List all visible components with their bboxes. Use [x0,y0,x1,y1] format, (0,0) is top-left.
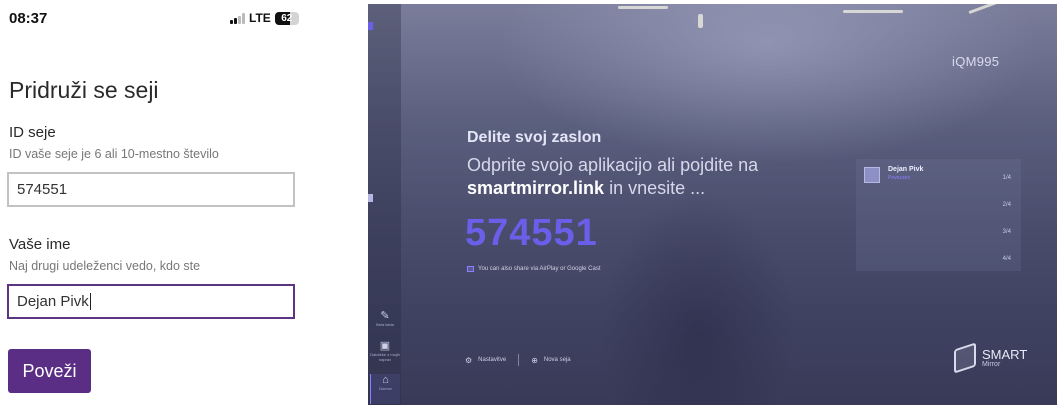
slot-label: 3/4 [1002,229,1011,235]
home-icon: ⌂ [382,374,389,386]
divider [518,354,520,366]
slot-label: 2/4 [1002,202,1011,208]
session-id-value: 574551 [17,181,68,198]
sidebar-item-home[interactable]: ⌂ Domov [370,374,400,404]
sidebar-mark [368,22,373,30]
battery-icon: 62 [274,11,299,25]
status-indicators: LTE 62 [230,11,299,25]
mirror-sidebar: ✎ Bela tabla ▣ Datoteke z mojih naprav ⌂… [368,4,401,405]
battery-level: 62 [281,12,293,24]
edit-icon: ✎ [380,310,390,322]
logo-mark [954,342,976,374]
gear-icon: ⚙ [465,355,473,365]
network-type: LTE [249,11,271,25]
folder-icon: ▣ [379,340,391,352]
session-code: 574551 [465,212,598,254]
status-time: 08:37 [9,10,48,27]
smart-mirror-display: ✎ Bela tabla ▣ Datoteke z mojih naprav ⌂… [368,4,1057,405]
slot-label: 1/4 [1002,175,1011,181]
share-title: Delite svoj zaslon [467,129,602,146]
share-instruction: Odprite svojo aplikacijo ali pojdite na [467,155,759,175]
name-label: Vaše ime [9,236,71,253]
name-hint: Naj drugi udeleženci vedo, kdo ste [9,259,201,273]
sidebar-item-whiteboard[interactable]: ✎ Bela tabla [370,310,400,327]
name-value: Dejan Pivk [17,293,89,310]
settings-button[interactable]: Nastavitve [478,357,506,363]
participant-name: Dejan Pivk [888,166,924,173]
signal-icon [230,12,245,24]
participant-status: Povezano [888,175,911,181]
avatar [864,167,880,183]
airplay-note: You can also share via AirPlay or Google… [467,266,601,272]
session-id-label: ID seje [9,124,56,141]
phone-screen: 08:37 LTE 62 Pridruži se seji ID seje ID… [0,0,368,405]
smart-mirror-logo: SMART Mirror [954,342,1027,374]
share-link: smartmirror.link [467,178,605,198]
page-title: Pridruži se seji [9,77,159,103]
participants-panel: Dejan Pivk Povezano 1/4 2/4 3/4 4/4 [856,159,1021,271]
share-instruction-link: smartmirror.link in vnesite ... [467,178,706,198]
connect-button[interactable]: Poveži [8,349,91,393]
plus-icon: ⊕ [531,355,538,365]
ceiling-light [843,10,903,13]
sidebar-item-files[interactable]: ▣ Datoteke z mojih naprav [370,340,400,362]
new-session-button[interactable]: Nova seja [544,357,571,363]
text-caret [89,293,91,310]
session-id-input[interactable]: 574551 [7,172,295,207]
bottom-actions: ⚙ Nastavitve ⊕ Nova seja [465,354,571,366]
ceiling-light [968,4,998,15]
ceiling-light [618,6,668,9]
name-input[interactable]: Dejan Pivk [7,284,295,319]
session-id-hint: ID vaše seje je 6 ali 10-mestno število [9,147,219,161]
airplay-icon [467,266,474,272]
ceiling-light [698,14,703,28]
sidebar-mark [368,194,373,202]
slot-label: 4/4 [1002,256,1011,262]
device-id: iQM995 [952,54,1000,69]
